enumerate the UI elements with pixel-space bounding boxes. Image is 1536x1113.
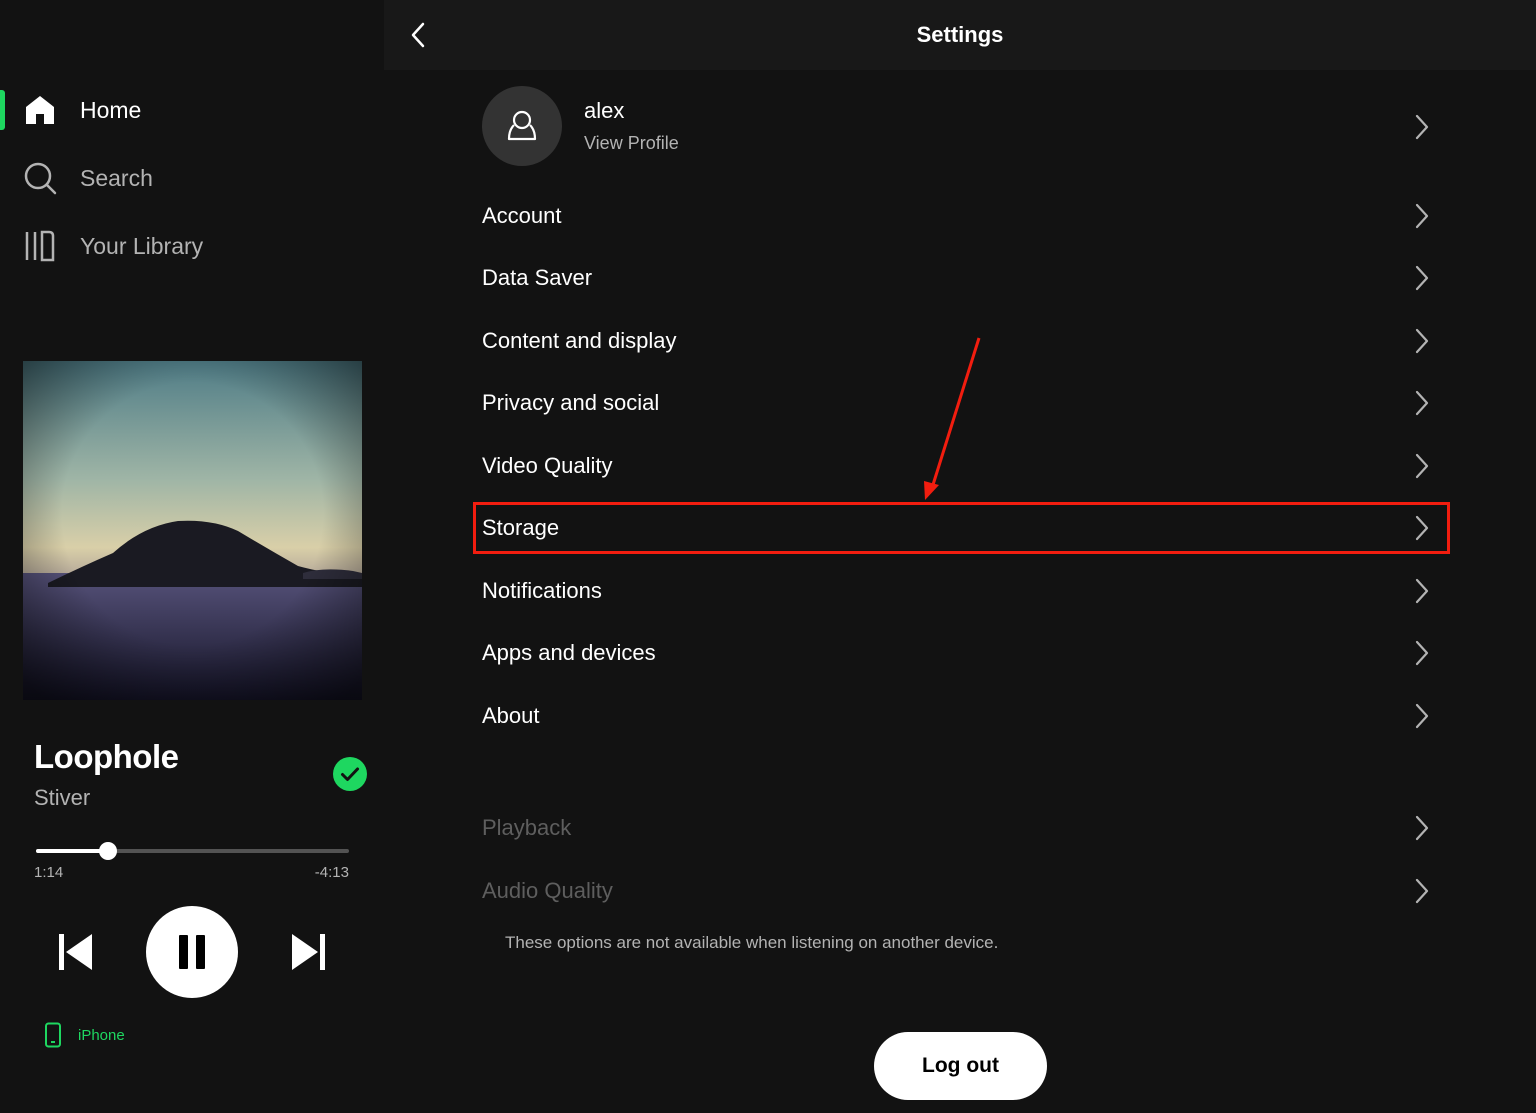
chevron-right-icon <box>1415 640 1429 666</box>
nav-home-label: Home <box>80 96 142 123</box>
chevron-right-icon <box>1415 328 1429 354</box>
progress-knob[interactable] <box>98 842 117 860</box>
setting-label: Apps and devices <box>482 640 656 665</box>
user-icon <box>507 110 537 141</box>
track-artist[interactable]: Stiver <box>34 785 90 811</box>
setting-label: Privacy and social <box>482 390 660 415</box>
view-profile-link[interactable]: View Profile <box>584 133 679 154</box>
remaining-time: -4:13 <box>314 864 349 881</box>
chevron-right-icon <box>1415 390 1429 416</box>
progress-bar[interactable] <box>36 842 349 860</box>
track-title[interactable]: Loophole <box>34 738 179 776</box>
chevron-right-icon <box>1415 203 1429 229</box>
nav-search[interactable]: Search <box>0 150 384 206</box>
pause-button[interactable] <box>146 906 238 998</box>
library-icon <box>25 230 55 262</box>
logout-button[interactable]: Log out <box>874 1032 1047 1100</box>
chevron-right-icon <box>1415 453 1429 479</box>
chevron-right-icon <box>1415 815 1429 841</box>
setting-label: Notifications <box>482 578 602 603</box>
setting-privacy-social[interactable]: Privacy and social <box>482 377 1442 429</box>
pause-icon <box>179 935 205 969</box>
phone-icon <box>45 1022 61 1048</box>
setting-label: Account <box>482 203 562 228</box>
setting-label: About <box>482 703 540 728</box>
profile-name: alex <box>584 98 625 123</box>
setting-content-display[interactable]: Content and display <box>482 315 1442 367</box>
setting-audio-quality[interactable]: Audio Quality <box>482 865 1442 917</box>
setting-label: Playback <box>482 815 572 840</box>
setting-apps-devices[interactable]: Apps and devices <box>482 627 1442 679</box>
setting-label: Storage <box>482 515 560 540</box>
chevron-right-icon <box>1415 515 1429 541</box>
nav-search-label: Search <box>80 164 153 191</box>
elapsed-time: 1:14 <box>34 864 64 881</box>
chevron-right-icon <box>1415 578 1429 604</box>
chevron-right-icon <box>1415 114 1429 140</box>
setting-playback[interactable]: Playback <box>482 802 1442 854</box>
avatar <box>482 86 562 166</box>
spotify-app: Home Search Your Library Loophole Stiver… <box>0 0 1536 1113</box>
setting-notifications[interactable]: Notifications <box>482 565 1442 617</box>
album-art[interactable] <box>23 361 362 700</box>
header: Settings <box>384 0 1536 70</box>
nav-library[interactable]: Your Library <box>0 218 384 274</box>
home-icon <box>26 96 54 124</box>
setting-video-quality[interactable]: Video Quality <box>482 440 1442 492</box>
setting-data-saver[interactable]: Data Saver <box>482 252 1442 304</box>
device-label: iPhone <box>78 1026 125 1044</box>
setting-account[interactable]: Account <box>482 190 1442 242</box>
next-track-button[interactable] <box>288 930 328 974</box>
setting-about[interactable]: About <box>482 690 1442 742</box>
chevron-right-icon <box>1415 265 1429 291</box>
chevron-right-icon <box>1415 703 1429 729</box>
page-title: Settings <box>916 22 1004 47</box>
profile-row[interactable]: alex View Profile <box>482 86 1442 168</box>
setting-storage[interactable]: Storage <box>482 502 1442 554</box>
unavailable-options-note: These options are not available when lis… <box>505 933 999 952</box>
connected-device[interactable]: iPhone <box>44 1022 125 1048</box>
setting-label: Video Quality <box>482 453 613 478</box>
previous-track-button[interactable] <box>56 930 96 974</box>
settings-panel: Settings alex View Profile Account Data … <box>384 0 1536 1113</box>
setting-label: Data Saver <box>482 265 593 290</box>
search-icon <box>24 162 57 195</box>
chevron-right-icon <box>1415 878 1429 904</box>
nav-library-label: Your Library <box>80 232 204 259</box>
progress-fill <box>36 849 108 853</box>
nav-home[interactable]: Home <box>0 82 384 138</box>
setting-label: Audio Quality <box>482 878 613 903</box>
setting-label: Content and display <box>482 328 677 353</box>
liked-check-icon[interactable] <box>333 757 367 791</box>
sidebar: Home Search Your Library Loophole Stiver… <box>0 0 384 1113</box>
